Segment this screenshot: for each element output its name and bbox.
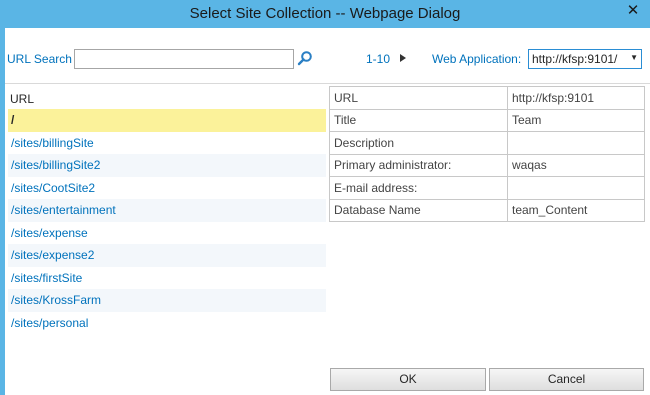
property-value bbox=[507, 176, 645, 200]
property-key: Title bbox=[329, 108, 508, 132]
property-value: waqas bbox=[507, 153, 645, 177]
property-row: Database Name team_Content bbox=[329, 198, 645, 222]
property-row: Description bbox=[329, 131, 645, 155]
url-list-item[interactable]: /sites/billingSite bbox=[8, 131, 326, 154]
site-properties-table: URL http://kfsp:9101 Title Team Description P… bbox=[329, 86, 645, 222]
property-key: Description bbox=[329, 131, 508, 155]
url-search-label: URL Search bbox=[7, 52, 72, 66]
property-row: E-mail address: bbox=[329, 176, 645, 200]
url-list-item[interactable]: /sites/entertainment bbox=[8, 199, 326, 222]
url-list-item[interactable]: / bbox=[8, 109, 326, 132]
url-list-item[interactable]: /sites/CootSite2 bbox=[8, 176, 326, 199]
url-list-item[interactable]: /sites/KrossFarm bbox=[8, 289, 326, 312]
url-search-input[interactable] bbox=[74, 49, 294, 69]
cancel-button[interactable]: Cancel bbox=[489, 368, 644, 391]
url-list-header: URL bbox=[10, 92, 35, 106]
web-application-select[interactable]: http://kfsp:9101/ ▼ bbox=[528, 49, 642, 69]
property-value: http://kfsp:9101 bbox=[507, 86, 645, 110]
web-application-value: http://kfsp:9101/ bbox=[532, 52, 618, 66]
next-page-icon[interactable] bbox=[399, 53, 407, 63]
property-key: E-mail address: bbox=[329, 176, 508, 200]
dialog-body: URL Search 1-10 Web Application: http://… bbox=[5, 28, 650, 395]
paging-range: 1-10 bbox=[366, 52, 391, 66]
url-list: URL //sites/billingSite/sites/billingSit… bbox=[8, 89, 326, 334]
url-list-item[interactable]: /sites/expense bbox=[8, 221, 326, 244]
close-icon[interactable]: ✕ bbox=[616, 0, 650, 22]
url-list-item[interactable]: /sites/firstSite bbox=[8, 266, 326, 289]
property-key: URL bbox=[329, 86, 508, 110]
chevron-down-icon: ▼ bbox=[630, 53, 638, 62]
property-row: Title Team bbox=[329, 108, 645, 132]
property-key: Database Name bbox=[329, 198, 508, 222]
property-row: URL http://kfsp:9101 bbox=[329, 86, 645, 110]
web-application-label: Web Application: bbox=[432, 52, 522, 66]
property-value: team_Content bbox=[507, 198, 645, 222]
property-key: Primary administrator: bbox=[329, 153, 508, 177]
url-list-item[interactable]: /sites/billingSite2 bbox=[8, 154, 326, 177]
property-value: Team bbox=[507, 108, 645, 132]
url-list-item[interactable]: /sites/personal bbox=[8, 311, 326, 334]
url-list-item[interactable]: /sites/expense2 bbox=[8, 244, 326, 267]
search-toolbar: URL Search 1-10 Web Application: http://… bbox=[5, 28, 650, 84]
property-row: Primary administrator: waqas bbox=[329, 153, 645, 177]
window-title: Select Site Collection -- Webpage Dialog bbox=[189, 5, 461, 22]
magnifier-icon[interactable] bbox=[297, 50, 313, 66]
ok-button[interactable]: OK bbox=[330, 368, 486, 391]
property-value bbox=[507, 131, 645, 155]
